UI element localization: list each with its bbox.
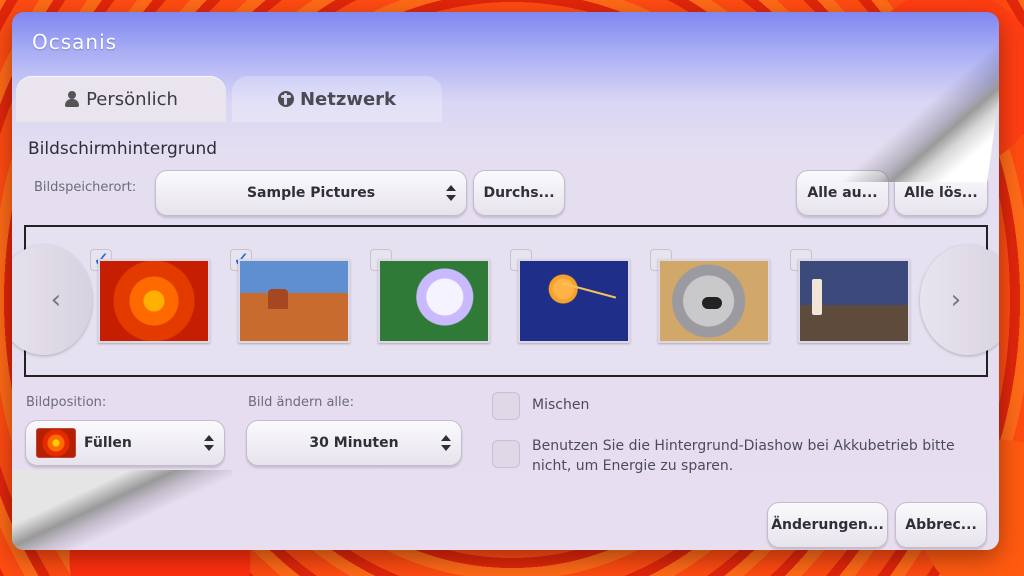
battery-checkbox[interactable] [492, 440, 520, 468]
location-select[interactable]: Sample Pictures [155, 170, 467, 216]
browse-button[interactable]: Durchs... [473, 170, 565, 216]
chevron-left-icon: ‹ [50, 285, 62, 315]
scroll-left-button[interactable]: ‹ [12, 245, 92, 355]
change-interval-label: Bild ändern alle: [248, 395, 355, 410]
tab-network-label: Netzwerk [299, 88, 397, 110]
tab-personal[interactable]: Persönlich [16, 76, 226, 122]
thumbnail-koala[interactable] [658, 259, 770, 343]
picture-position-select[interactable]: Füllen [25, 420, 225, 466]
location-select-value: Sample Pictures [246, 185, 376, 201]
change-interval-select[interactable]: 30 Minuten [246, 420, 462, 466]
select-arrows-icon [441, 434, 451, 452]
chevron-right-icon: › [950, 285, 962, 315]
tab-network[interactable]: Netzwerk [232, 76, 442, 122]
thumbnail-lighthouse[interactable] [798, 259, 910, 343]
tab-personal-label: Persönlich [86, 88, 178, 110]
battery-text: Benutzen Sie die Hintergrund-Diashow bei… [532, 438, 955, 474]
scroll-right-button[interactable]: › [920, 245, 999, 355]
change-interval-value: 30 Minuten [309, 435, 399, 451]
page-curl-bottom [12, 470, 232, 550]
select-arrows-icon [204, 434, 214, 452]
window-title: Ocsanis [32, 30, 118, 54]
section-title: Bildschirmhintergrund [28, 139, 218, 159]
shuffle-checkbox[interactable] [492, 392, 520, 420]
cancel-button[interactable]: Abbrec... [895, 502, 987, 548]
picture-gallery: ‹ › [12, 225, 999, 377]
page-curl-top [787, 12, 999, 182]
thumbnail-jellyfish[interactable] [518, 259, 630, 343]
globe-icon [277, 91, 294, 107]
dialog-window: Ocsanis Persönlich Netzwerk Bildschirmhi… [12, 12, 999, 550]
shuffle-label: Mischen [532, 397, 590, 413]
thumbnail-desert[interactable] [238, 259, 350, 343]
tab-strip: Persönlich Netzwerk [16, 76, 446, 122]
thumbnail-hydrangeas[interactable] [378, 259, 490, 343]
person-icon [64, 91, 80, 107]
save-changes-button[interactable]: Änderungen... [767, 502, 888, 548]
flower-thumbnail-icon [36, 428, 76, 458]
location-label: Bildspeicherort: [34, 180, 137, 195]
picture-position-label: Bildposition: [26, 395, 107, 410]
picture-position-value: Füllen [84, 435, 132, 451]
thumbnail-chrysanthemum[interactable] [98, 259, 210, 343]
select-arrows-icon [446, 184, 456, 202]
